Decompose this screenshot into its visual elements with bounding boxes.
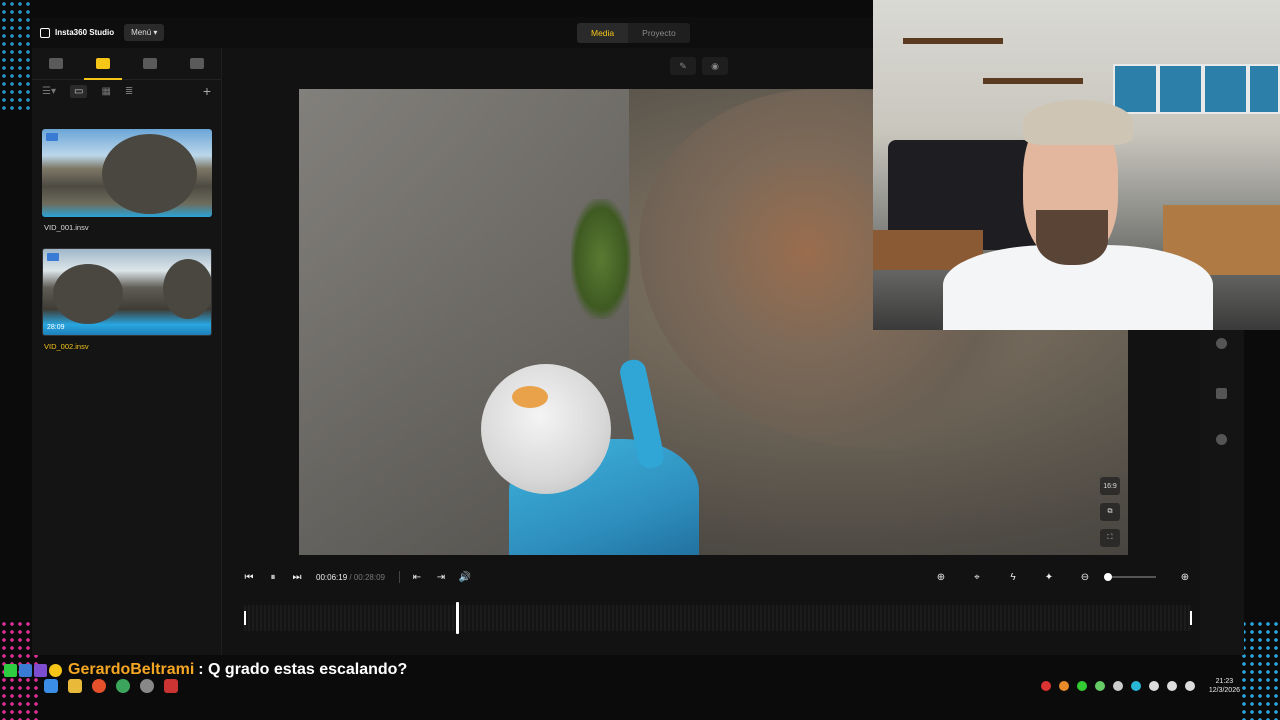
tray-app-icon[interactable] xyxy=(1094,681,1105,691)
tray-app-icon[interactable] xyxy=(1130,681,1141,691)
video-badge-icon xyxy=(47,253,59,261)
timeline-start-marker[interactable] xyxy=(244,611,246,625)
view-large-icon[interactable]: ▭ xyxy=(69,84,88,98)
tracking-icon[interactable]: ✦ xyxy=(1042,570,1056,584)
computer-icon[interactable] xyxy=(48,58,63,69)
video-badge-icon xyxy=(46,133,58,141)
tray-app-icon[interactable] xyxy=(1058,681,1069,691)
timeline-track[interactable] xyxy=(244,602,1192,634)
media-sidebar: ☰▾ ▭ ▦ ≣ + VID_001.insv 28:09 VID_002.in… xyxy=(32,48,222,655)
pip-icon[interactable]: ⧉ xyxy=(1100,503,1120,521)
webcam-shelf xyxy=(903,38,1003,44)
taskbar-apps xyxy=(44,679,178,693)
chrome-icon[interactable] xyxy=(116,679,130,693)
reframe-icon[interactable]: ⌖ xyxy=(970,570,984,584)
tray-app-icon[interactable] xyxy=(1040,681,1051,691)
view-list-icon[interactable]: ≣ xyxy=(125,86,133,97)
windows-start-icon[interactable] xyxy=(44,679,58,693)
tray-app-icon[interactable] xyxy=(1112,681,1123,691)
webcam-overlay xyxy=(873,0,1280,330)
mode-tabs: Media Proyecto xyxy=(577,23,690,43)
mark-out-icon[interactable]: ⇥ xyxy=(434,570,448,584)
layers-icon[interactable] xyxy=(1216,388,1227,399)
thumb-rock xyxy=(163,259,211,319)
app-title: Insta360 Studio xyxy=(55,28,115,37)
obs-icon[interactable] xyxy=(140,679,154,693)
webcam-cube-shelf xyxy=(1113,64,1158,114)
timeline-end-marker[interactable] xyxy=(1190,611,1192,625)
webcam-cube-shelf xyxy=(1203,64,1248,114)
clock-time: 21:23 xyxy=(1215,678,1234,685)
thumb-rock xyxy=(53,264,123,324)
zoom-out-icon[interactable]: ⊖ xyxy=(1078,570,1092,584)
firefox-icon[interactable] xyxy=(92,679,106,693)
add-keyframe-icon[interactable]: ⊕ xyxy=(934,570,948,584)
total-time: / 00:28:09 xyxy=(349,572,385,582)
aspect-ratio-button[interactable]: 16:9 xyxy=(1100,477,1120,495)
speed-icon[interactable]: ϟ xyxy=(1006,570,1020,584)
mark-in-icon[interactable]: ⇤ xyxy=(410,570,424,584)
sidebar-tabs xyxy=(32,48,221,80)
screen: Insta360 Studio Menú ▾ Media Proyecto ☰▾… xyxy=(0,0,1280,720)
file-duration: 28:09 xyxy=(47,324,65,331)
tab-media[interactable]: Media xyxy=(577,23,629,43)
next-icon[interactable]: ⏭ xyxy=(290,570,304,584)
decor-dots-topleft xyxy=(0,0,32,110)
sidebar-toolbar: ☰▾ ▭ ▦ ≣ + xyxy=(32,80,221,102)
playback-controls: ⏮ ⏸ ⏭ 00:06:19 / 00:28:09 ⇤ ⇥ 🔊 ⊕ ⌖ ϟ ✦ … xyxy=(232,565,1192,589)
eye-icon[interactable]: ◉ xyxy=(702,57,728,75)
webcam-cube-shelf xyxy=(1248,64,1280,114)
time-display: 00:06:19 / 00:28:09 xyxy=(316,573,385,582)
file-thumbnail-1[interactable] xyxy=(42,129,212,217)
cloud-icon[interactable] xyxy=(143,58,158,69)
video-climber-helmet xyxy=(481,364,611,494)
system-clock[interactable]: 21:23 12/3/2026 xyxy=(1209,677,1240,695)
file-explorer-icon[interactable] xyxy=(68,679,82,693)
fullscreen-icon[interactable]: ⛶ xyxy=(1100,529,1120,547)
settings-icon[interactable] xyxy=(1216,338,1227,349)
edit-icon[interactable]: ✎ xyxy=(670,57,696,75)
app-logo: Insta360 Studio xyxy=(40,27,115,38)
divider xyxy=(398,571,400,583)
import-icon[interactable] xyxy=(190,58,205,69)
file-thumbnail-2[interactable]: 28:09 xyxy=(42,248,212,336)
menu-label: Menú xyxy=(131,28,152,37)
video-grass xyxy=(571,199,631,319)
zoom-slider[interactable] xyxy=(1104,573,1156,581)
zoom-slider-knob[interactable] xyxy=(1104,573,1112,581)
webcam-cube-shelf xyxy=(1158,64,1203,114)
folder-icon[interactable] xyxy=(83,58,122,80)
mic-icon[interactable] xyxy=(1148,681,1159,691)
zoom-in-icon[interactable]: ⊕ xyxy=(1178,570,1192,584)
menu-button[interactable]: Menú ▾ xyxy=(124,24,165,41)
timeline-playhead[interactable] xyxy=(456,602,460,634)
volume-icon[interactable]: 🔊 xyxy=(458,570,472,584)
network-icon[interactable] xyxy=(1166,681,1177,691)
webcam-person-beard xyxy=(1036,210,1108,265)
preview-toolbar: ✎ ◉ xyxy=(670,57,728,75)
tab-proyecto[interactable]: Proyecto xyxy=(628,23,690,43)
previous-icon[interactable]: ⏮ xyxy=(242,570,256,584)
timeline-tools: ⊕ ⌖ ϟ ✦ ⊖ ⊕ xyxy=(924,570,1192,584)
info-icon[interactable] xyxy=(1216,434,1227,445)
video-overlay-tools: 16:9 ⧉ ⛶ xyxy=(1100,477,1120,547)
webcam-shelf xyxy=(983,78,1083,84)
windows-taskbar: 21:23 12/3/2026 xyxy=(0,672,1280,700)
webcam-person-cap xyxy=(1023,100,1133,145)
sort-icon[interactable]: ☰▾ xyxy=(42,86,56,97)
view-grid-icon[interactable]: ▦ xyxy=(101,86,110,97)
clock-date: 12/3/2026 xyxy=(1208,687,1240,694)
app-logo-icon xyxy=(40,27,50,38)
file-name-1[interactable]: VID_001.insv xyxy=(44,223,89,232)
pause-icon[interactable]: ⏸ xyxy=(266,570,280,584)
thumb-rock xyxy=(102,134,197,214)
system-tray: 21:23 12/3/2026 xyxy=(1040,677,1240,695)
file-name-2[interactable]: VID_002.insv xyxy=(44,342,89,351)
current-time: 00:06:19 xyxy=(316,572,348,582)
add-icon[interactable]: + xyxy=(203,83,211,99)
tray-app-icon[interactable] xyxy=(1076,681,1087,691)
video-helmet-logo xyxy=(512,386,548,408)
insta360-taskbar-icon[interactable] xyxy=(164,679,178,693)
speaker-icon[interactable] xyxy=(1184,681,1195,691)
